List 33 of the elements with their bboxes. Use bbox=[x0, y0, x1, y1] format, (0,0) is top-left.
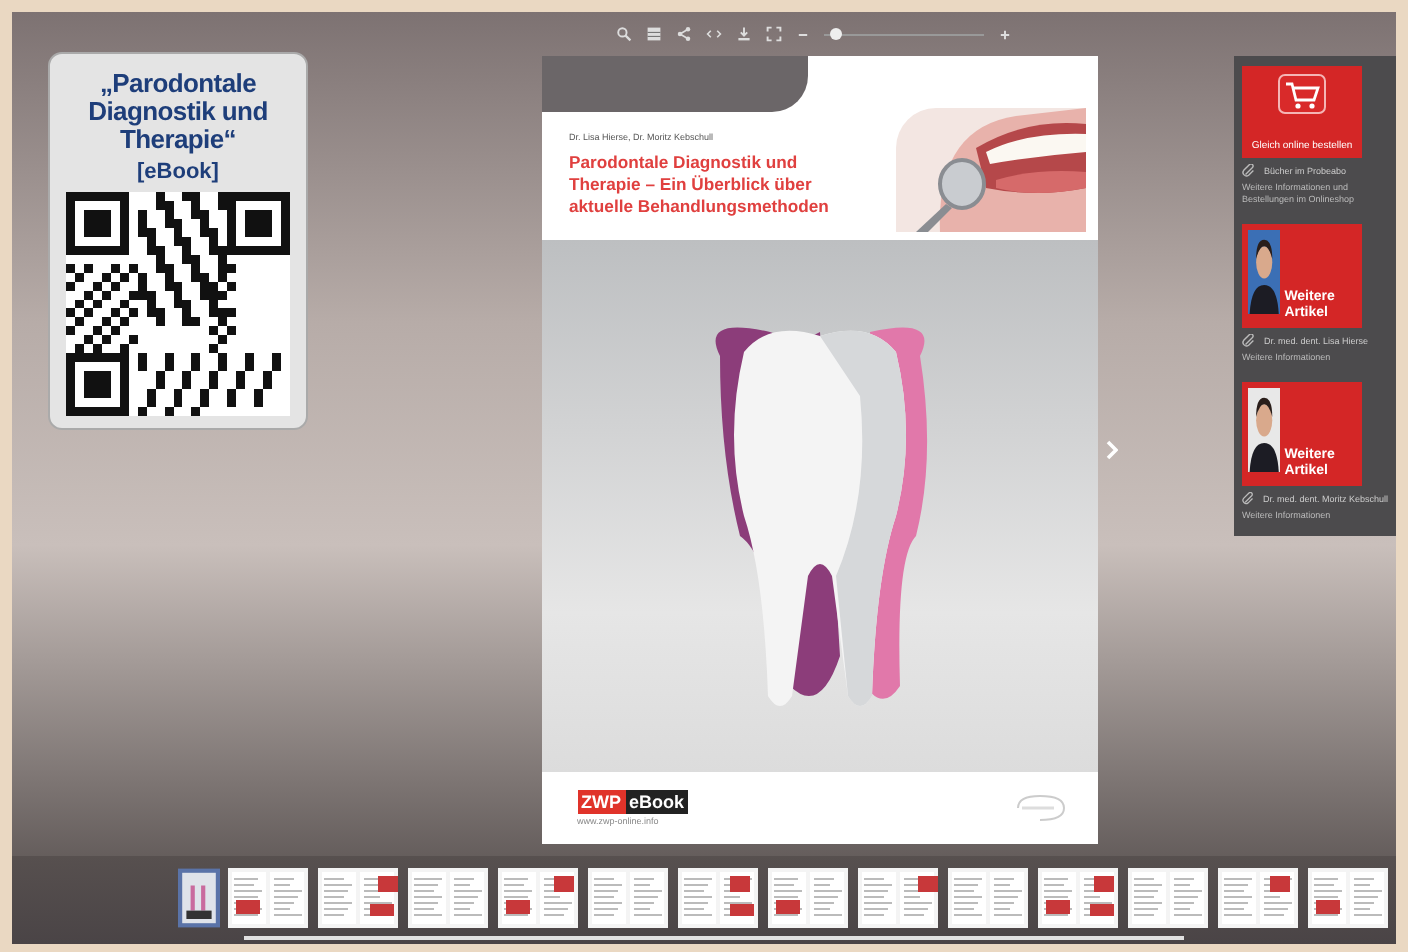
logo-mark: ZWP bbox=[577, 790, 625, 814]
zoom-in-icon[interactable] bbox=[997, 27, 1011, 41]
page-thumbnail[interactable] bbox=[946, 868, 1030, 928]
page-title: Parodontale Diagnostik und Therapie – Ein Überblick über aktuelle Behandlungsmethoden bbox=[569, 152, 831, 218]
grid-icon[interactable] bbox=[645, 26, 661, 42]
page-thumbnail[interactable] bbox=[1036, 868, 1120, 928]
promo-subtitle: [eBook] bbox=[137, 160, 219, 184]
paperclip-icon bbox=[1242, 164, 1256, 178]
page-thumbnail[interactable] bbox=[1216, 868, 1300, 928]
page-thumbnail[interactable] bbox=[1306, 868, 1390, 928]
page-thumbnail[interactable] bbox=[766, 868, 850, 928]
cart-icon bbox=[1278, 74, 1326, 114]
fullscreen-icon[interactable] bbox=[765, 26, 781, 42]
logo-word: eBook bbox=[625, 790, 689, 814]
qr-code-icon bbox=[66, 192, 290, 416]
page-thumbnail[interactable] bbox=[316, 868, 400, 928]
page-thumbnail[interactable] bbox=[856, 868, 940, 928]
code-icon[interactable] bbox=[705, 26, 721, 42]
search-icon[interactable] bbox=[615, 26, 631, 42]
page-thumbnail[interactable] bbox=[1126, 868, 1210, 928]
paperclip-icon bbox=[1242, 334, 1256, 348]
page-thumbnail[interactable] bbox=[676, 868, 760, 928]
page-thumbnail[interactable] bbox=[406, 868, 490, 928]
zoom-slider[interactable] bbox=[823, 26, 983, 42]
page-thumbnail[interactable] bbox=[496, 868, 580, 928]
page-thumbnail[interactable] bbox=[226, 868, 310, 928]
paperclip-icon bbox=[1242, 492, 1255, 506]
cover-thumbnail[interactable] bbox=[178, 868, 220, 928]
share-icon[interactable] bbox=[675, 26, 691, 42]
download-icon[interactable] bbox=[735, 26, 751, 42]
thumbnail-scrollbar[interactable] bbox=[244, 936, 1184, 940]
promo-title: „Parodontale Diagnostik und Therapie“ bbox=[86, 70, 270, 154]
page-thumbnail[interactable] bbox=[586, 868, 670, 928]
